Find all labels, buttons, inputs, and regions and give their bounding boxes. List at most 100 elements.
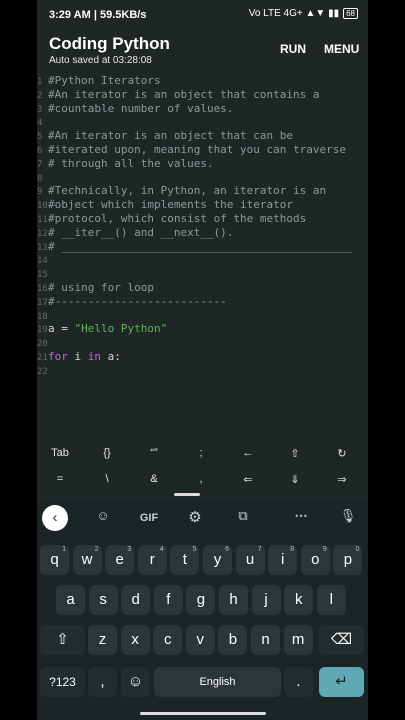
- key-label: ,: [100, 673, 105, 690]
- key-label: t: [182, 551, 187, 568]
- code-line[interactable]: 10#object which implements the iterator: [37, 198, 368, 212]
- code-line[interactable]: 22: [37, 364, 368, 378]
- line-number: 17: [37, 297, 48, 308]
- code-line[interactable]: 3 #countable number of values.: [37, 102, 368, 116]
- line-number: 13: [37, 242, 48, 253]
- code-line[interactable]: 5 #An iterator is an object that can be: [37, 129, 368, 143]
- line-number: 20: [37, 339, 48, 350]
- code-line[interactable]: 9 #Technically, in Python, an iterator is…: [37, 184, 368, 198]
- key-t[interactable]: t5: [170, 545, 200, 575]
- key-p[interactable]: p0: [333, 545, 363, 575]
- code-editor[interactable]: 1 #Python Iterators 2 #An iterator is an ob…: [37, 73, 368, 435]
- key-x[interactable]: x: [120, 625, 150, 655]
- run-button[interactable]: RUN: [280, 42, 306, 56]
- key-label: n: [261, 631, 270, 648]
- more-icon[interactable]: ⋯: [291, 508, 311, 524]
- translate-icon[interactable]: ⧉: [233, 508, 253, 524]
- key-l[interactable]: l: [316, 585, 346, 615]
- code-line[interactable]: 17#--------------------------: [37, 295, 368, 309]
- key-u[interactable]: u7: [235, 545, 265, 575]
- key-a[interactable]: a: [56, 585, 85, 615]
- period-key[interactable]: .: [284, 667, 313, 697]
- key-i[interactable]: i8: [268, 545, 298, 575]
- menu-button[interactable]: MENU: [324, 42, 359, 56]
- extra-key[interactable]: ⇧: [275, 447, 315, 460]
- extra-key[interactable]: ↻: [322, 447, 362, 460]
- extra-key[interactable]: Tab: [40, 447, 80, 459]
- code-line[interactable]: 19a = "Hello Python": [37, 322, 368, 336]
- extra-key[interactable]: {}: [87, 447, 127, 459]
- back-icon[interactable]: ‹: [42, 505, 68, 531]
- gif-button[interactable]: GIF: [137, 512, 161, 524]
- code-line[interactable]: 18: [37, 309, 368, 323]
- code-line[interactable]: 21for i in a:: [37, 350, 368, 364]
- code-line[interactable]: 13# ____________________________________…: [37, 240, 368, 254]
- code-line[interactable]: 8: [37, 171, 368, 185]
- extra-key[interactable]: ⇐: [228, 473, 268, 486]
- extra-key[interactable]: ⇓: [275, 473, 315, 486]
- key-z[interactable]: z: [88, 625, 117, 655]
- extra-key[interactable]: ;: [181, 447, 221, 459]
- symbols-key[interactable]: ?123: [40, 667, 85, 697]
- key-hint: 3: [127, 546, 132, 553]
- key-w[interactable]: w2: [72, 545, 102, 575]
- key-hint: 2: [94, 546, 99, 553]
- key-label: v: [196, 631, 205, 648]
- key-d[interactable]: d: [121, 585, 151, 615]
- line-number: 15: [37, 270, 48, 281]
- key-o[interactable]: o9: [300, 545, 330, 575]
- extra-key[interactable]: ⇒: [322, 473, 362, 486]
- key-label: p: [343, 551, 353, 568]
- key-h[interactable]: h: [219, 585, 248, 615]
- line-number: 18: [37, 311, 48, 322]
- extra-key[interactable]: ←: [228, 447, 268, 459]
- space-key[interactable]: English: [154, 667, 281, 697]
- code-line[interactable]: 4: [37, 115, 368, 129]
- line-number: 16: [37, 284, 48, 294]
- key-k[interactable]: k: [284, 585, 314, 615]
- code-line[interactable]: 20: [37, 336, 368, 350]
- emoji-icon[interactable]: ☺: [121, 667, 150, 697]
- key-m[interactable]: m: [283, 625, 313, 655]
- key-n[interactable]: n: [251, 625, 280, 655]
- key-c[interactable]: c: [153, 625, 183, 655]
- extra-key[interactable]: “”: [134, 447, 174, 459]
- code-text: # __iter__() and __next__().: [48, 225, 234, 239]
- key-b[interactable]: b: [218, 625, 248, 655]
- status-time: 3:29 AM | 59.5KB/s: [49, 9, 147, 21]
- settings-icon[interactable]: ⚙: [185, 508, 205, 526]
- code-line[interactable]: 7 # through all the values.: [37, 157, 368, 171]
- key-v[interactable]: v: [185, 625, 215, 655]
- key-s[interactable]: s: [88, 585, 118, 615]
- extra-key[interactable]: \: [87, 473, 127, 485]
- battery-icon: 68: [343, 8, 358, 19]
- sticker-icon[interactable]: ☺: [93, 508, 113, 523]
- code-line[interactable]: 1 #Python Iterators: [37, 74, 368, 88]
- extra-key[interactable]: &: [134, 473, 174, 485]
- key-f[interactable]: f: [153, 585, 183, 615]
- code-line[interactable]: 12# __iter__() and __next__().: [37, 226, 368, 240]
- key-y[interactable]: y6: [203, 545, 232, 575]
- code-line[interactable]: 6 #iterated upon, meaning that you can tr…: [37, 143, 368, 157]
- key-q[interactable]: q1: [40, 545, 69, 575]
- line-number: 10: [37, 201, 48, 212]
- shift-icon[interactable]: ⇧: [40, 625, 85, 655]
- extra-key[interactable]: =: [40, 473, 80, 485]
- extra-key[interactable]: ,: [181, 473, 221, 485]
- key-r[interactable]: r4: [137, 545, 167, 575]
- mic-icon[interactable]: 🎙: [339, 508, 357, 524]
- home-indicator: [140, 712, 266, 715]
- app-window: 3:29 AM | 59.5KB/s Vo LTE 4G+ ▲▼ ▮▮ 68 Co…: [37, 0, 368, 720]
- code-line[interactable]: 14: [37, 253, 368, 267]
- line-number: 11: [37, 215, 48, 225]
- code-line[interactable]: 11#protocol, which consist of the method…: [37, 212, 368, 226]
- key-g[interactable]: g: [186, 585, 216, 615]
- comma-key[interactable]: ,: [88, 667, 117, 697]
- code-line[interactable]: 15: [37, 267, 368, 281]
- code-line[interactable]: 2 #An iterator is an object that contains…: [37, 88, 368, 102]
- backspace-icon[interactable]: ⌫: [319, 625, 364, 655]
- key-j[interactable]: j: [251, 585, 281, 615]
- key-e[interactable]: e3: [105, 545, 135, 575]
- enter-icon[interactable]: ↵: [319, 667, 364, 697]
- code-line[interactable]: 16# using for loop: [37, 281, 368, 295]
